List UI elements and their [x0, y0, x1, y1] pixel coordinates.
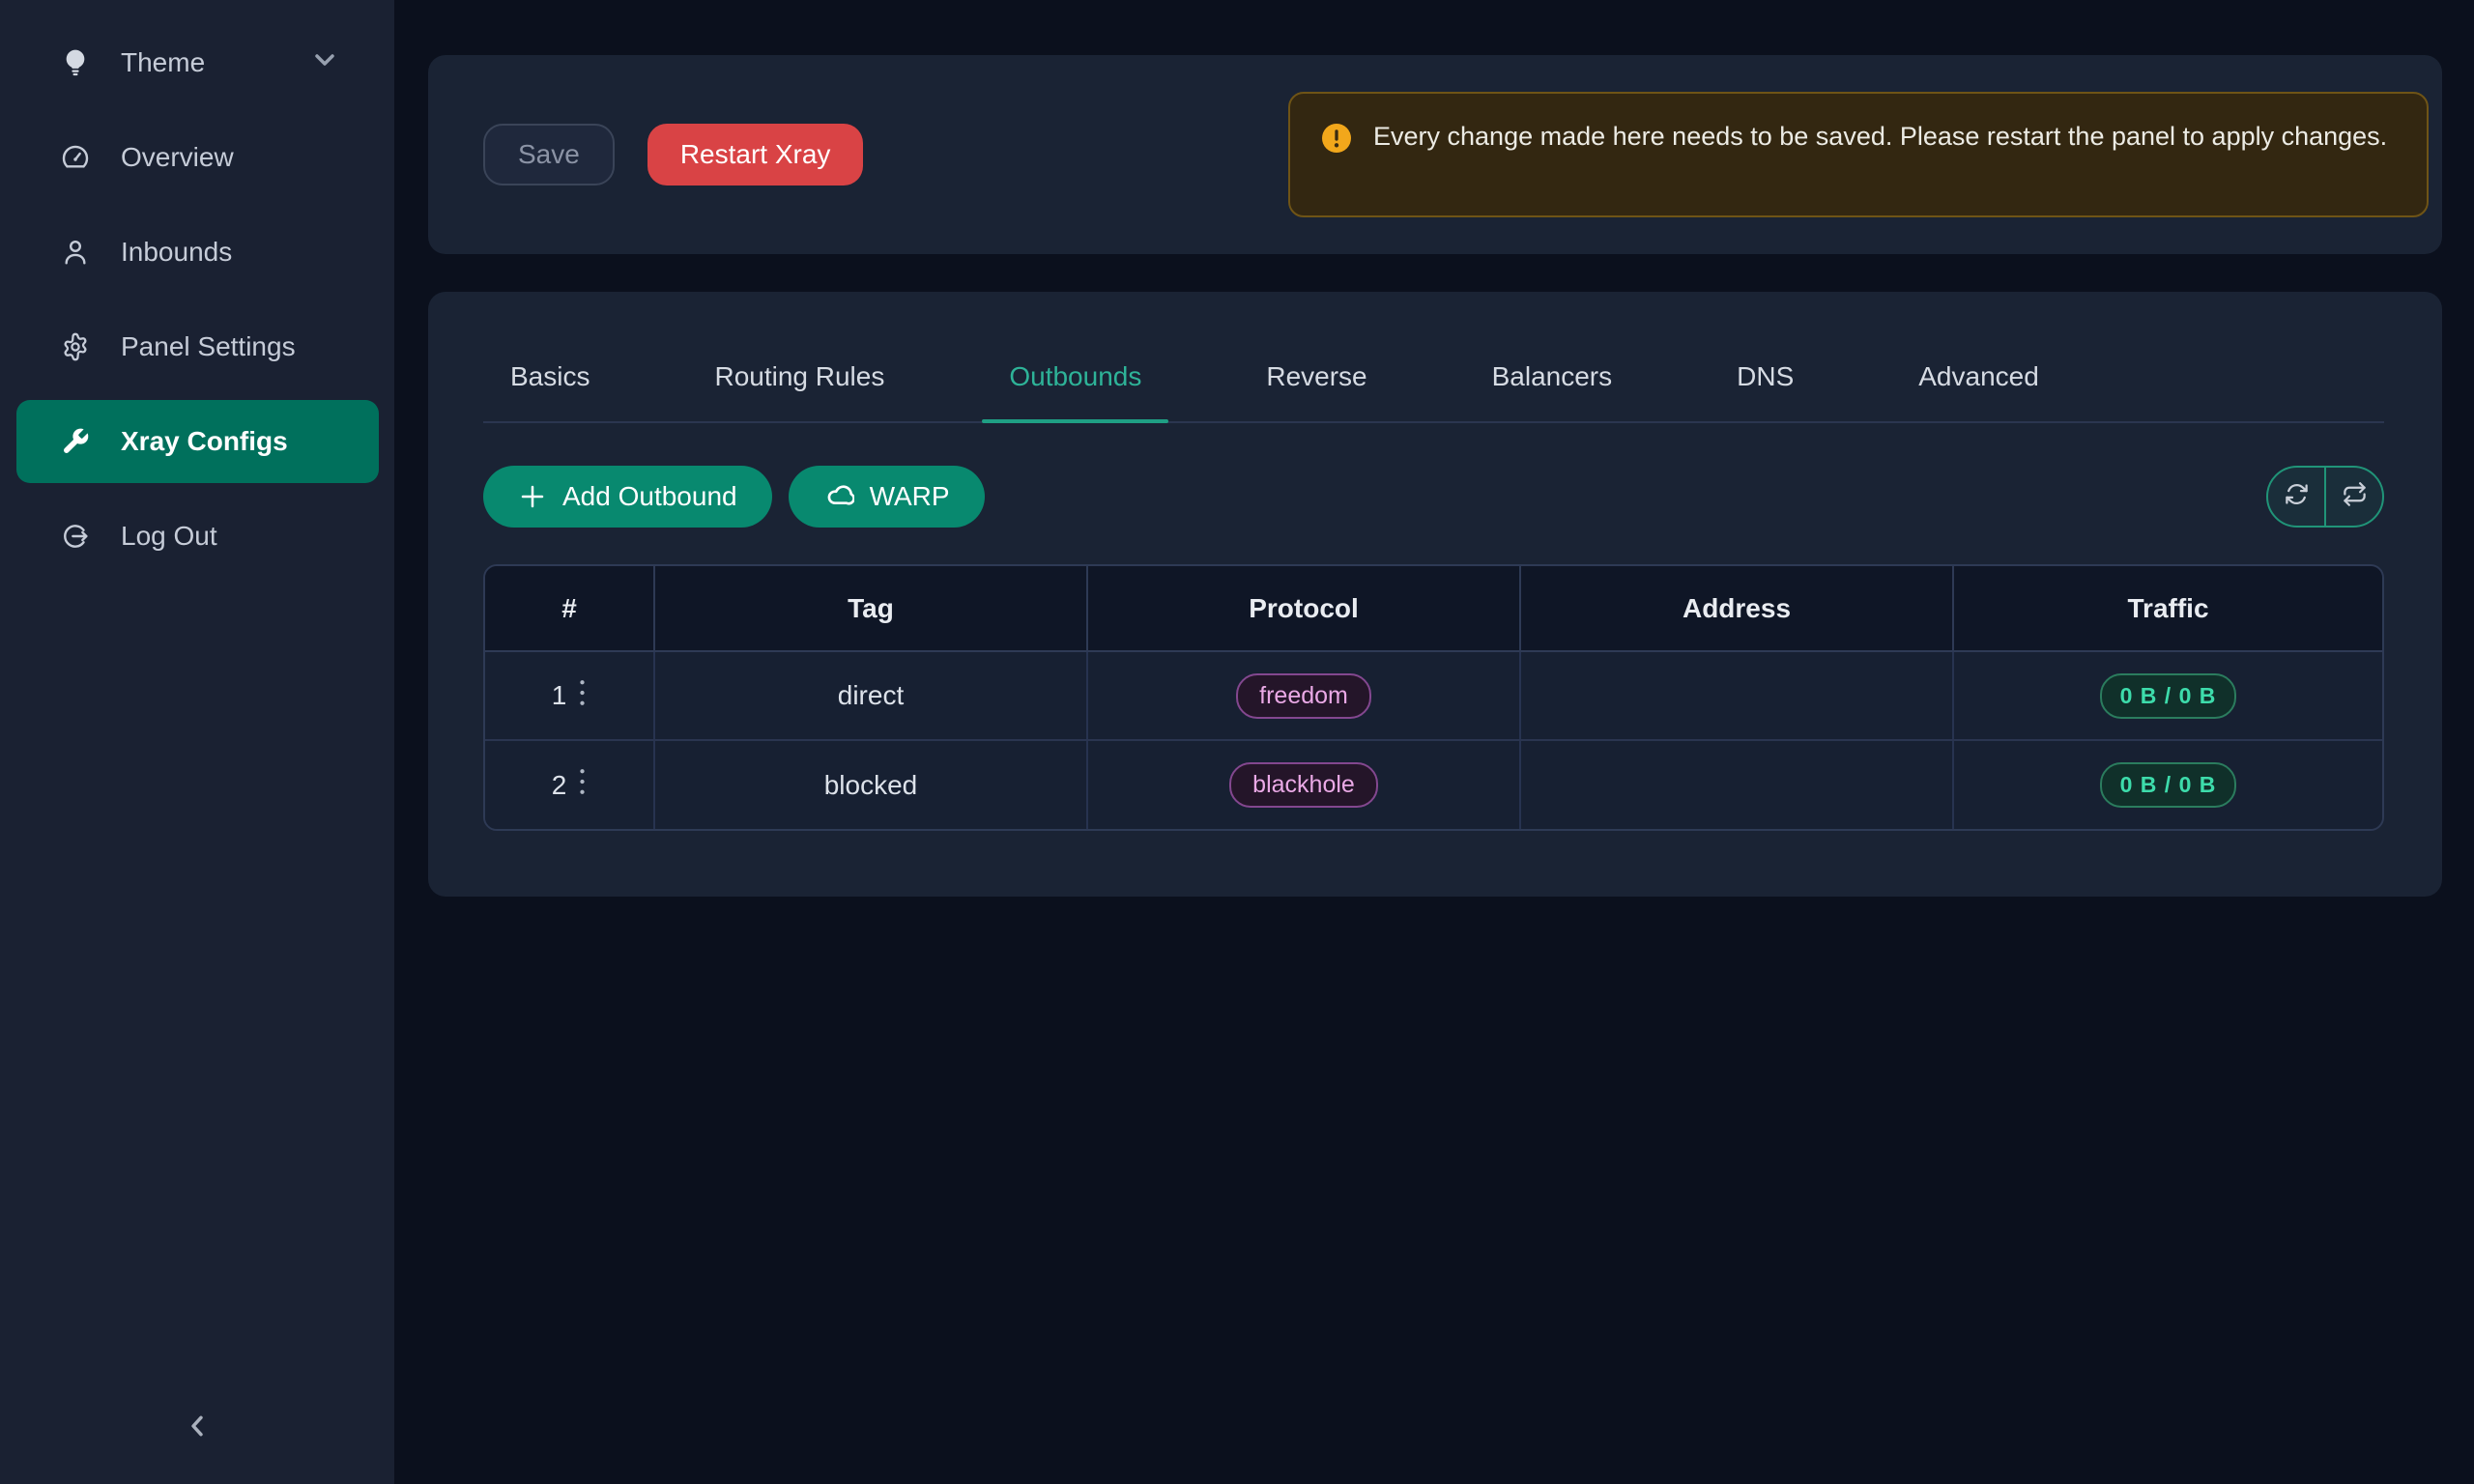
row-menu-icon[interactable] — [578, 678, 587, 714]
gear-icon — [59, 330, 92, 363]
xray-config-card: Basics Routing Rules Outbounds Reverse B… — [428, 292, 2442, 897]
gauge-icon — [59, 141, 92, 174]
warp-button[interactable]: WARP — [789, 466, 985, 528]
traffic-badge: 0 B / 0 B — [2100, 673, 2237, 719]
save-button[interactable]: Save — [483, 124, 615, 186]
sidebar-collapse-button[interactable] — [166, 1397, 228, 1459]
sidebar-item-overview[interactable]: Overview — [16, 116, 379, 199]
alert-message: Every change made here needs to be saved… — [1373, 118, 2387, 156]
tab-outbounds[interactable]: Outbounds — [982, 359, 1168, 394]
row-tag: direct — [654, 651, 1087, 740]
outbounds-table: # Tag Protocol Address Traffic 1 — [483, 564, 2384, 831]
column-header-address: Address — [1520, 566, 1953, 651]
repeat-icon — [2342, 481, 2368, 512]
restart-xray-button[interactable]: Restart Xray — [647, 124, 864, 186]
protocol-badge: blackhole — [1229, 762, 1378, 808]
sidebar-item-label: Xray Configs — [121, 426, 288, 457]
outbounds-toolbar-left: Add Outbound WARP — [483, 466, 985, 528]
sidebar-item-label: Inbounds — [121, 237, 232, 268]
row-address — [1520, 651, 1953, 740]
add-outbound-button[interactable]: Add Outbound — [483, 466, 772, 528]
protocol-badge: freedom — [1236, 673, 1371, 719]
restart-warning-alert: Every change made here needs to be saved… — [1288, 92, 2429, 217]
column-header-tag: Tag — [654, 566, 1087, 651]
refresh-icon — [2284, 481, 2310, 512]
row-menu-icon[interactable] — [578, 767, 587, 803]
app-root: Theme Overview — [0, 0, 2474, 1484]
outbounds-toolbar: Add Outbound WARP — [483, 466, 2384, 528]
chevron-down-icon[interactable] — [309, 44, 340, 82]
warp-label: WARP — [870, 481, 950, 512]
row-index: 1 — [552, 680, 567, 711]
logout-icon — [59, 520, 92, 553]
table-header-row: # Tag Protocol Address Traffic — [485, 566, 2382, 651]
cloud-icon — [823, 481, 854, 512]
chevron-left-icon — [179, 1408, 216, 1449]
theme-label: Theme — [121, 47, 205, 78]
sidebar-item-log-out[interactable]: Log Out — [16, 495, 379, 578]
user-icon — [59, 236, 92, 269]
tab-dns[interactable]: DNS — [1710, 359, 1821, 394]
refresh-button-group — [2266, 466, 2384, 528]
reload-button[interactable] — [2326, 468, 2382, 526]
theme-selector[interactable]: Theme — [16, 21, 379, 104]
table-row: 2 blocked blackhole — [485, 740, 2382, 829]
sidebar: Theme Overview — [0, 0, 394, 1484]
table-row: 1 direct freedom — [485, 651, 2382, 740]
main-content: Save Restart Xray Every change made here… — [394, 0, 2474, 1484]
tab-balancers[interactable]: Balancers — [1465, 359, 1640, 394]
row-address — [1520, 740, 1953, 829]
sidebar-item-label: Panel Settings — [121, 331, 296, 362]
sidebar-item-xray-configs[interactable]: Xray Configs — [16, 400, 379, 483]
sidebar-item-inbounds[interactable]: Inbounds — [16, 211, 379, 294]
column-header-traffic: Traffic — [1953, 566, 2382, 651]
warning-icon — [1319, 121, 1354, 160]
config-tabs: Basics Routing Rules Outbounds Reverse B… — [483, 359, 2384, 423]
tab-reverse[interactable]: Reverse — [1239, 359, 1394, 394]
refresh-button[interactable] — [2268, 468, 2326, 526]
actions-card: Save Restart Xray Every change made here… — [428, 55, 2442, 254]
row-index: 2 — [552, 770, 567, 801]
add-outbound-label: Add Outbound — [562, 481, 737, 512]
sidebar-item-panel-settings[interactable]: Panel Settings — [16, 305, 379, 388]
sidebar-item-label: Log Out — [121, 521, 217, 552]
wrench-icon — [59, 425, 92, 458]
save-restart-group: Save Restart Xray — [483, 124, 863, 186]
tab-advanced[interactable]: Advanced — [1891, 359, 2066, 394]
column-header-protocol: Protocol — [1087, 566, 1520, 651]
row-tag: blocked — [654, 740, 1087, 829]
sidebar-item-label: Overview — [121, 142, 234, 173]
lightbulb-icon — [59, 46, 92, 79]
traffic-badge: 0 B / 0 B — [2100, 762, 2237, 808]
column-header-index: # — [485, 566, 654, 651]
tab-basics[interactable]: Basics — [483, 359, 617, 394]
tab-routing-rules[interactable]: Routing Rules — [687, 359, 911, 394]
plus-icon — [518, 482, 547, 511]
